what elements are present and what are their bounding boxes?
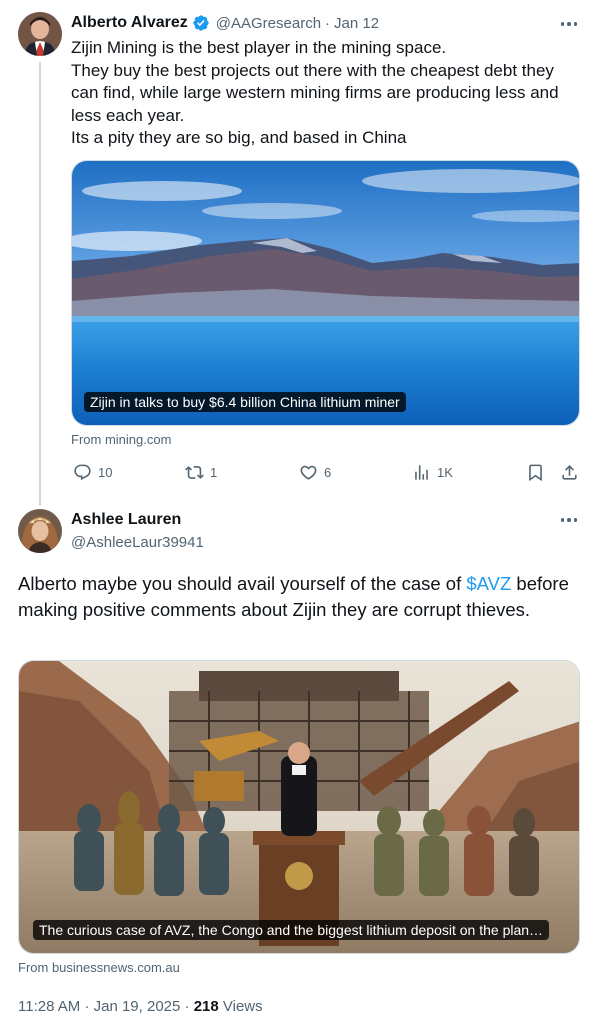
bookmark-icon (529, 464, 542, 482)
post-time[interactable]: 11:28 AM (18, 998, 80, 1015)
post-date[interactable]: Jan 19, 2025 (94, 998, 181, 1015)
card-caption: Zijin in talks to buy $6.4 billion China… (84, 392, 406, 412)
tweet-line: Its a pity they are so big, and based in… (71, 128, 407, 147)
mining-scene-image (19, 661, 579, 953)
tweet-line: They buy the best projects out there wit… (71, 60, 559, 125)
card-source[interactable]: From businessnews.com.au (18, 960, 180, 975)
thread-line (39, 62, 41, 506)
author-name[interactable]: Ashlee Lauren (71, 511, 181, 529)
lake-mountain-image (72, 161, 579, 425)
views-count: 1K (437, 465, 453, 480)
repost-count: 1 (210, 465, 218, 480)
reply-text: Alberto maybe you should avail yourself … (18, 571, 578, 623)
like-count: 6 (324, 465, 332, 480)
share-icon (562, 465, 577, 480)
reply-button[interactable]: 10 (73, 463, 112, 482)
tweet-date[interactable]: Jan 12 (334, 15, 379, 32)
post-metadata: 11:28 AM · Jan 19, 2025 · 218 Views (18, 998, 263, 1015)
tweet-header: Alberto Alvarez @AAGresearch · Jan 12 (71, 14, 379, 32)
more-icon[interactable] (558, 509, 580, 531)
avatar-alberto[interactable] (18, 12, 62, 56)
views-icon (415, 465, 428, 480)
views-button[interactable]: 1K (412, 463, 453, 482)
like-icon (300, 465, 317, 480)
views-label: Views (218, 998, 263, 1015)
views-count: 218 (193, 998, 219, 1015)
like-button[interactable]: 6 (299, 463, 331, 482)
author-handle[interactable]: @AshleeLaur39941 (71, 534, 204, 551)
share-button[interactable] (560, 463, 579, 482)
reply-count: 10 (98, 465, 113, 480)
header-separator: · (325, 14, 331, 32)
repost-icon (185, 466, 204, 479)
author-handle[interactable]: @AAGresearch (216, 15, 321, 32)
cashtag-link[interactable]: $AVZ (466, 573, 511, 594)
meta-separator: · (184, 998, 190, 1015)
tweet-line: Zijin Mining is the best player in the m… (71, 38, 447, 57)
more-icon[interactable] (558, 13, 580, 35)
link-card-image[interactable]: Zijin in talks to buy $6.4 billion China… (71, 160, 580, 426)
reply-icon (74, 464, 91, 481)
card-caption: The curious case of AVZ, the Congo and t… (33, 920, 550, 940)
meta-separator: · (84, 998, 90, 1015)
author-name[interactable]: Alberto Alvarez (71, 14, 188, 32)
reply-text-start: Alberto maybe you should avail yourself … (18, 573, 467, 594)
card-source[interactable]: From mining.com (71, 432, 171, 447)
avatar-ashlee[interactable] (18, 509, 62, 553)
tweet-text: Zijin Mining is the best player in the m… (71, 37, 583, 150)
link-card-image[interactable]: The curious case of AVZ, the Congo and t… (18, 660, 580, 954)
repost-button[interactable]: 1 (185, 463, 217, 482)
bookmark-button[interactable] (526, 463, 545, 482)
verified-badge-icon (192, 14, 210, 32)
